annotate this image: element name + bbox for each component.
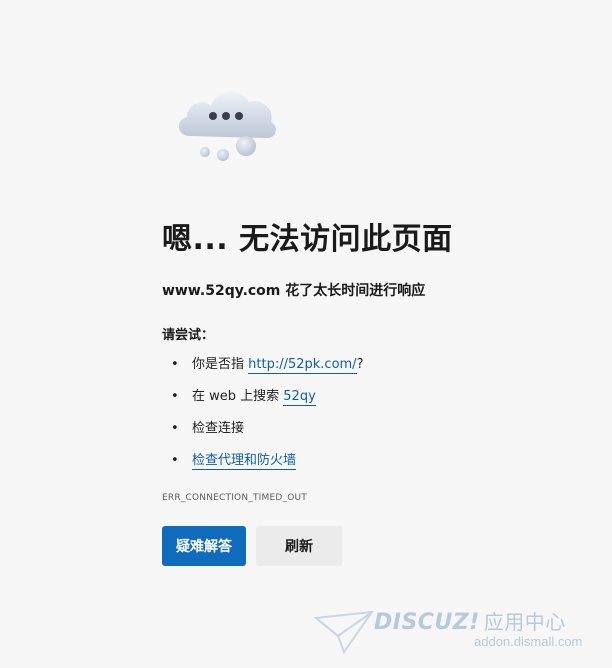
watermark-url: addon.dismall.com xyxy=(474,634,583,649)
suggestion-text: 你是否指 xyxy=(192,357,249,372)
watermark-brand-cn: 应用中心 xyxy=(483,610,566,634)
bullet: • xyxy=(171,389,179,404)
suggestion-check-connection: • 检查连接 xyxy=(162,418,363,450)
error-code: ERR_CONNECTION_TIMED_OUT xyxy=(162,493,307,503)
suggestion-text: 检查连接 xyxy=(192,421,245,436)
bullet: • xyxy=(171,421,179,436)
troubleshoot-button[interactable]: 疑难解答 xyxy=(162,526,246,566)
try-label: 请尝试： xyxy=(162,328,215,343)
suggestion-did-you-mean: • 你是否指 http://52pk.com/? xyxy=(162,354,363,386)
bullet: • xyxy=(171,357,179,372)
suggestion-list: • 你是否指 http://52pk.com/? • 在 web 上搜索 52q… xyxy=(162,354,363,482)
suggestion-suffix: ? xyxy=(356,357,364,372)
bullet: • xyxy=(171,453,179,468)
check-proxy-firewall-link[interactable]: 检查代理和防火墙 xyxy=(192,453,297,470)
watermark: DISCUZ! 应用中心 addon.dismall.com xyxy=(314,604,604,662)
error-description: www.52qy.com 花了太长时间进行响应 xyxy=(162,283,426,299)
did-you-mean-link[interactable]: http://52pk.com/ xyxy=(248,357,357,374)
page-title: 嗯... 无法访问此页面 xyxy=(162,222,453,257)
refresh-button[interactable]: 刷新 xyxy=(256,526,342,566)
suggestion-web-search: • 在 web 上搜索 52qy xyxy=(162,386,363,418)
watermark-brand: DISCUZ! 应用中心 xyxy=(374,606,566,635)
cloud-timeout-icon xyxy=(178,91,276,161)
web-search-link[interactable]: 52qy xyxy=(283,389,316,406)
suggestion-text: 在 web 上搜索 xyxy=(192,389,284,404)
watermark-brand-name: DISCUZ! xyxy=(374,610,480,635)
paper-plane-icon xyxy=(314,610,374,655)
suggestion-check-proxy: • 检查代理和防火墙 xyxy=(162,450,363,482)
